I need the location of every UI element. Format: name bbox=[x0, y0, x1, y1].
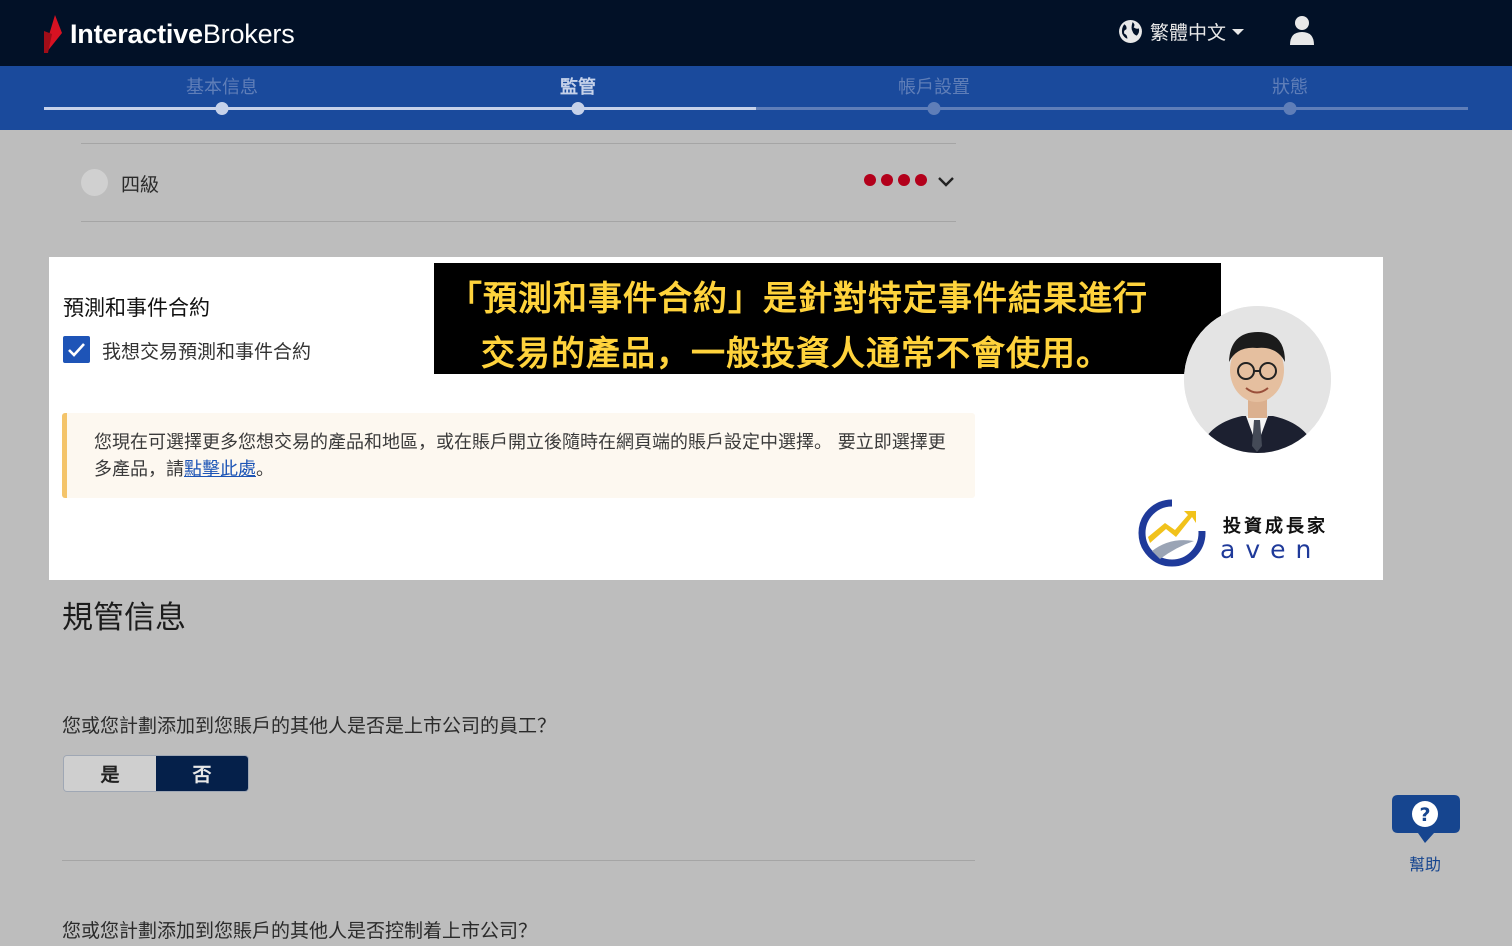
divider bbox=[81, 221, 956, 222]
language-label: 繁體中文 bbox=[1150, 22, 1227, 44]
chevron-down-icon[interactable] bbox=[937, 175, 955, 189]
brand-title: 投資成長家 bbox=[1223, 516, 1328, 537]
caret-down-icon bbox=[1232, 28, 1245, 35]
step-account-setup: 帳戶設置 bbox=[898, 77, 970, 98]
help-label[interactable]: 幫助 bbox=[1409, 851, 1441, 875]
caption-line-2: 交易的產品，一般投資人通常不會使用。 bbox=[481, 334, 1111, 374]
product-category-title: 預測和事件合約 bbox=[63, 296, 210, 320]
regulatory-info-title: 規管信息 bbox=[62, 600, 186, 636]
risk-dot-icon bbox=[898, 174, 910, 186]
caption-line-1: 「預測和事件合約」是針對特定事件結果進行 bbox=[448, 279, 1148, 319]
interactive-brokers-logo[interactable]: InteractiveBrokers bbox=[42, 14, 295, 54]
question-listed-company-employee: 您或您計劃添加到您賬戶的其他人是否是上市公司的員工？ bbox=[62, 715, 557, 737]
risk-dot-icon bbox=[881, 174, 893, 186]
language-selector[interactable]: 繁體中文 bbox=[1118, 18, 1245, 45]
step-dot-account-setup bbox=[927, 102, 941, 115]
svg-text:?: ? bbox=[1419, 804, 1430, 826]
radio-icon[interactable] bbox=[81, 169, 108, 196]
yes-option[interactable]: 是 bbox=[64, 756, 156, 791]
experience-level-label: 四級 bbox=[121, 174, 160, 196]
presenter-avatar bbox=[1184, 306, 1331, 453]
svg-text:aven: aven bbox=[1220, 536, 1321, 562]
brand-logo-icon bbox=[1138, 499, 1206, 567]
no-option[interactable]: 否 bbox=[156, 756, 248, 791]
step-status: 狀態 bbox=[1272, 77, 1308, 98]
step-dot-basic-info bbox=[215, 102, 229, 115]
step-dot-status bbox=[1283, 102, 1297, 115]
top-bar: InteractiveBrokers 繁體中文 bbox=[0, 0, 1512, 66]
step-basic-info[interactable]: 基本信息 bbox=[186, 73, 258, 99]
risk-dot-icon bbox=[864, 174, 876, 186]
checkmark-icon bbox=[68, 343, 85, 357]
question-controls-listed-company: 您或您計劃添加到您賬戶的其他人是否控制着上市公司？ bbox=[62, 920, 538, 942]
prediction-contracts-checkbox-label[interactable]: 我想交易預測和事件合約 bbox=[102, 337, 311, 364]
brand-subtitle: aven bbox=[1220, 536, 1321, 562]
progress-track-remaining bbox=[756, 107, 1468, 110]
progress-steps: 基本信息 監管 帳戶設置 狀態 bbox=[0, 66, 1512, 130]
globe-icon bbox=[1119, 20, 1142, 43]
person-photo-icon bbox=[1184, 306, 1331, 453]
risk-level-indicator bbox=[864, 174, 927, 186]
divider bbox=[81, 143, 956, 144]
step-dot-regulatory bbox=[571, 102, 585, 115]
divider bbox=[62, 860, 975, 861]
info-notice-text: 您現在可選擇更多您想交易的產品和地區，或在賬戶開立後隨時在網頁端的賬戶設定中選擇… bbox=[94, 432, 946, 480]
risk-dot-icon bbox=[915, 174, 927, 186]
step-regulatory[interactable]: 監管 bbox=[560, 73, 596, 99]
prediction-contracts-checkbox[interactable] bbox=[63, 336, 90, 363]
click-here-link[interactable]: 點擊此處 bbox=[184, 459, 256, 480]
user-icon[interactable] bbox=[1288, 15, 1316, 45]
logo-mark-icon bbox=[44, 15, 62, 53]
progress-track-done bbox=[44, 107, 756, 110]
help-bubble-icon[interactable]: ? bbox=[1390, 793, 1462, 845]
yes-no-toggle[interactable]: 是 否 bbox=[63, 755, 249, 792]
logo-text: InteractiveBrokers bbox=[70, 18, 295, 49]
